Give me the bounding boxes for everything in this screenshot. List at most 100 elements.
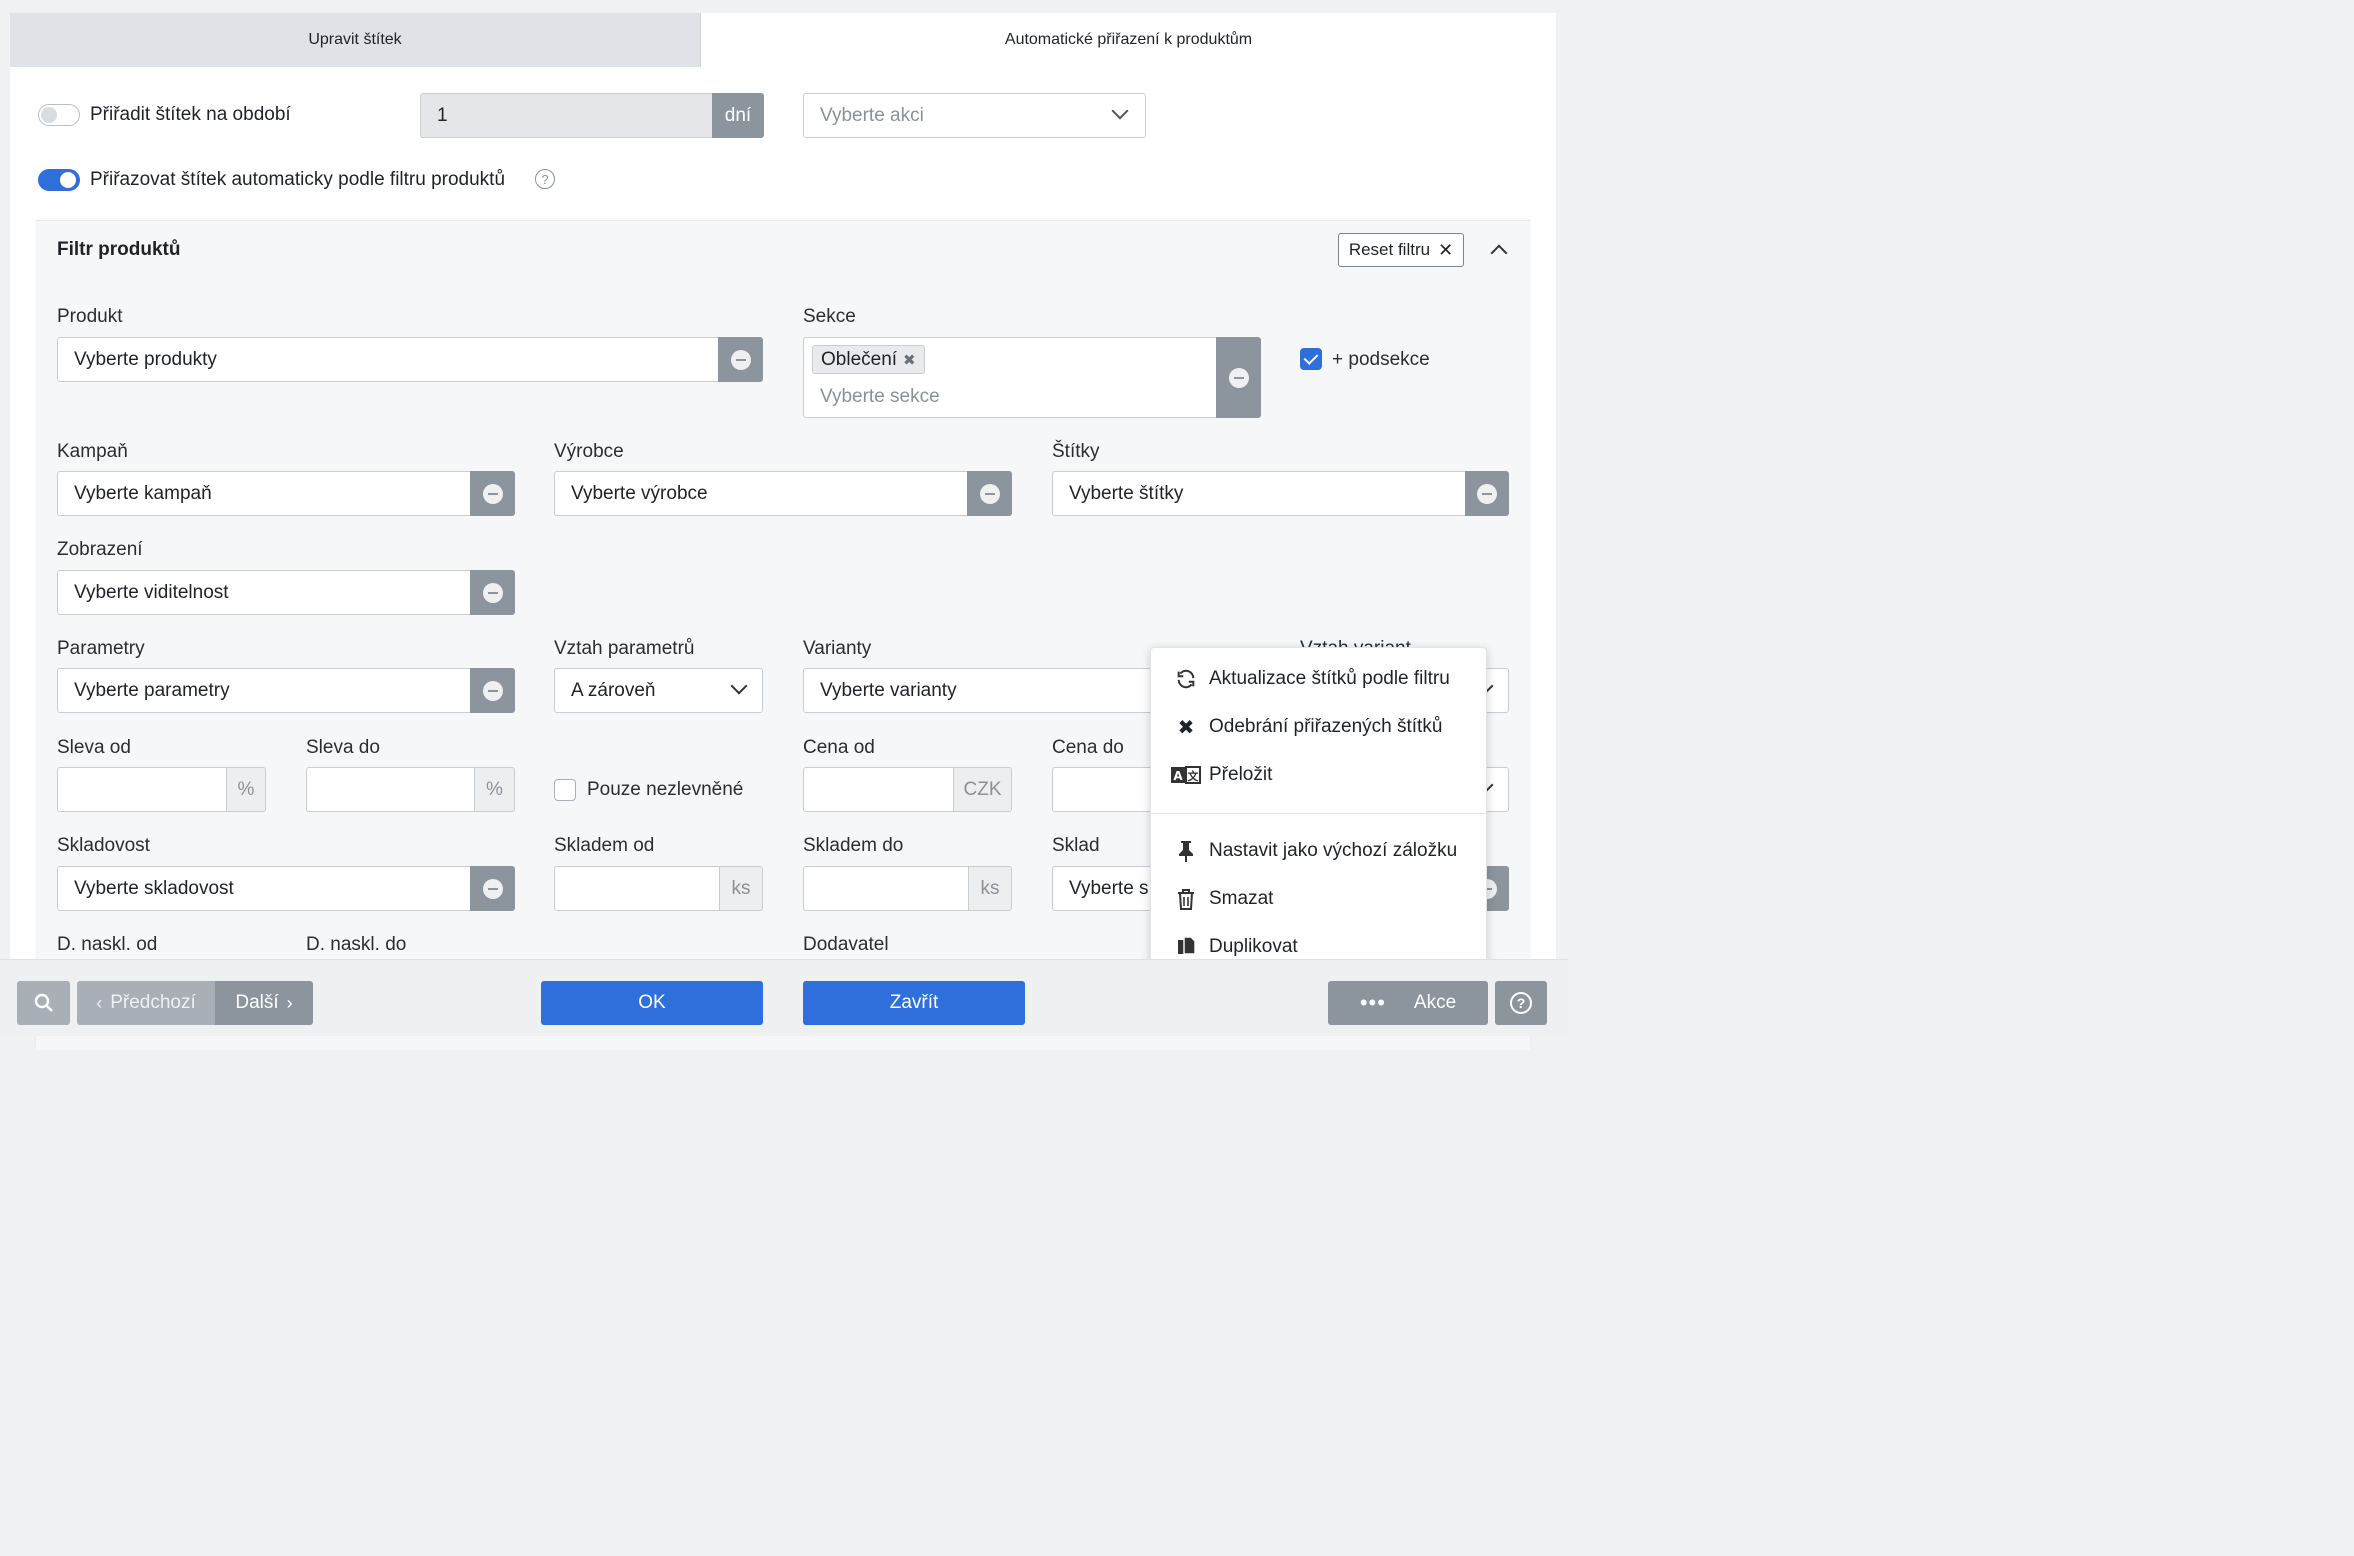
discount-to-input[interactable] (306, 767, 476, 812)
warehouse-placeholder: Vyberte s (1069, 877, 1149, 899)
discount-from-input[interactable] (57, 767, 227, 812)
minus-icon (482, 680, 503, 701)
restock-to-label: D. naskl. do (306, 934, 407, 955)
product-clear-button[interactable] (718, 337, 763, 382)
only-not-discounted-checkbox[interactable] (554, 779, 576, 801)
section-label: Sekce (803, 306, 856, 327)
section-placeholder: Vyberte sekce (820, 386, 940, 407)
minus-icon (1477, 483, 1497, 504)
price-to-label: Cena do (1052, 737, 1124, 758)
campaign-label: Kampaň (57, 441, 128, 462)
tags-label: Štítky (1052, 441, 1100, 462)
stock-to-input[interactable] (803, 866, 970, 911)
tag-remove-icon[interactable]: ✖ (903, 351, 916, 369)
restock-from-label: D. naskl. od (57, 934, 158, 955)
next-label: Další (235, 992, 279, 1013)
parameters-clear-button[interactable] (470, 668, 515, 713)
visibility-select[interactable]: Vyberte viditelnost (57, 570, 471, 615)
visibility-placeholder: Vyberte viditelnost (74, 581, 229, 603)
variants-select[interactable]: Vyberte varianty (803, 668, 1163, 713)
tags-clear-button[interactable] (1465, 471, 1509, 516)
discount-to-unit: % (474, 767, 515, 812)
prev-label: Předchozí (110, 992, 196, 1013)
menu-item-translate[interactable]: A文 Přeložit (1151, 753, 1488, 797)
discount-from-unit: % (226, 767, 266, 812)
menu-item-label: Odebrání přiřazených štítků (1209, 716, 1443, 737)
manufacturer-select[interactable]: Vyberte výrobce (554, 471, 968, 516)
stock-from-unit: ks (719, 866, 763, 911)
visibility-clear-button[interactable] (470, 570, 515, 615)
product-select[interactable]: Vyberte produkty (57, 337, 719, 382)
auto-assign-toggle[interactable] (38, 169, 80, 191)
chevron-left-icon: ‹ (96, 992, 103, 1013)
reset-filter-button[interactable]: Reset filtru ✕ (1338, 233, 1464, 267)
filter-title: Filtr produktů (57, 239, 181, 260)
parameters-select[interactable]: Vyberte parametry (57, 668, 471, 713)
help-icon[interactable]: ? (535, 169, 555, 189)
close-icon: ✖ (1177, 716, 1195, 739)
auto-assign-label: Přiřazovat štítek automaticky podle filt… (90, 169, 506, 190)
warehouse-label: Sklad (1052, 835, 1100, 856)
chevron-down-icon (730, 677, 748, 695)
svg-text:文: 文 (1188, 769, 1200, 783)
period-days-unit: dní (712, 93, 764, 138)
only-not-discounted-label: Pouze nezlevněné (587, 779, 744, 800)
menu-item-set-default-tab[interactable]: Nastavit jako výchozí záložku (1151, 829, 1488, 873)
prev-button[interactable]: ‹ Předchozí (77, 981, 215, 1025)
menu-separator (1151, 813, 1488, 814)
ok-button[interactable]: OK (541, 981, 763, 1025)
refresh-icon (1151, 668, 1209, 690)
price-from-input[interactable] (803, 767, 955, 812)
tags-select[interactable]: Vyberte štítky (1052, 471, 1466, 516)
menu-item-label: Duplikovat (1209, 936, 1298, 957)
stock-from-input[interactable] (554, 866, 721, 911)
trash-icon (1151, 888, 1209, 910)
search-button[interactable] (17, 981, 70, 1025)
campaign-select[interactable]: Vyberte kampaň (57, 471, 471, 516)
pin-icon (1151, 840, 1209, 862)
param-relation-label: Vztah parametrů (554, 638, 695, 659)
section-clear-button[interactable] (1216, 337, 1261, 418)
next-button[interactable]: Další › (215, 981, 313, 1025)
minus-icon (979, 483, 1000, 504)
footer-bar: ‹ Předchozí Další › OK Zavřít ••• Akce ? (0, 959, 1568, 1036)
visibility-label: Zobrazení (57, 539, 143, 560)
actions-button[interactable]: ••• Akce (1328, 981, 1488, 1025)
parameters-placeholder: Vyberte parametry (74, 679, 230, 701)
menu-item-remove-tags[interactable]: ✖ Odebrání přiřazených štítků (1151, 705, 1488, 749)
param-relation-select[interactable]: A zároveň (554, 668, 763, 713)
search-icon (34, 993, 53, 1012)
discount-to-label: Sleva do (306, 737, 380, 758)
manufacturer-label: Výrobce (554, 441, 624, 462)
section-select[interactable]: Oblečení ✖ Vyberte sekce (803, 337, 1217, 418)
stock-status-placeholder: Vyberte skladovost (74, 877, 234, 899)
stock-status-label: Skladovost (57, 835, 150, 856)
chevron-right-icon: › (286, 992, 293, 1013)
tab-edit-label[interactable]: Upravit štítek (10, 13, 701, 67)
subsections-checkbox[interactable] (1300, 348, 1322, 370)
period-days-input[interactable]: 1 (420, 93, 714, 138)
collapse-chevron-icon[interactable] (1490, 244, 1508, 262)
stock-status-select[interactable]: Vyberte skladovost (57, 866, 471, 911)
stock-status-clear-button[interactable] (470, 866, 515, 911)
actions-label: Akce (1413, 992, 1457, 1013)
product-label: Produkt (57, 306, 123, 327)
svg-text:A: A (1173, 769, 1183, 783)
stock-to-label: Skladem do (803, 835, 904, 856)
campaign-clear-button[interactable] (470, 471, 515, 516)
close-icon: ✕ (1438, 239, 1454, 260)
minus-icon (482, 582, 503, 603)
tab-auto-assign[interactable]: Automatické přiřazení k produktům (701, 13, 1556, 67)
help-icon: ? (1510, 992, 1532, 1014)
period-toggle[interactable] (38, 104, 80, 126)
manufacturer-clear-button[interactable] (967, 471, 1012, 516)
menu-item-update-tags[interactable]: Aktualizace štítků podle filtru (1151, 657, 1488, 701)
close-button[interactable]: Zavřít (803, 981, 1025, 1025)
help-button[interactable]: ? (1495, 981, 1547, 1025)
actions-menu: Aktualizace štítků podle filtru ✖ Odebrá… (1150, 647, 1488, 975)
more-dots-icon: ••• (1359, 990, 1386, 1015)
action-select[interactable]: Vyberte akci (803, 93, 1146, 138)
section-tag: Oblečení ✖ (812, 345, 925, 374)
chevron-down-icon (1111, 102, 1129, 120)
menu-item-delete[interactable]: Smazat (1151, 877, 1488, 921)
